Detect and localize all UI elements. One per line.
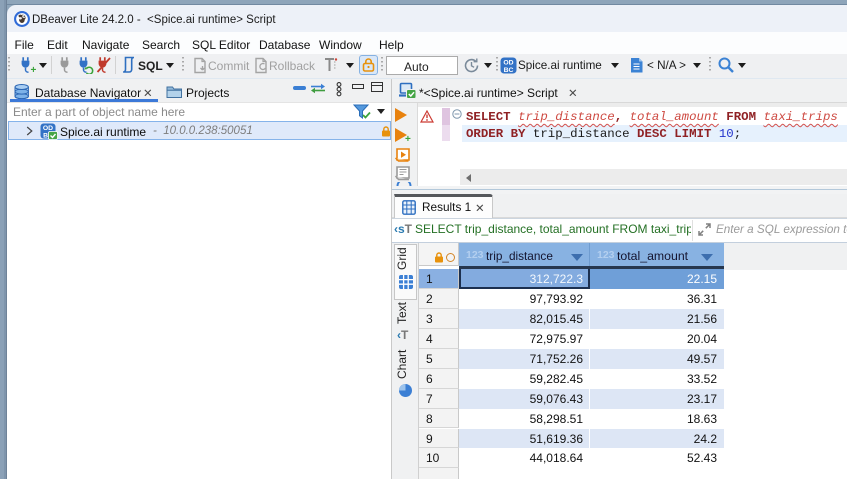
svg-text:BC: BC bbox=[504, 67, 514, 74]
svg-text:OD: OD bbox=[503, 60, 513, 67]
svg-text:+: + bbox=[31, 65, 37, 74]
